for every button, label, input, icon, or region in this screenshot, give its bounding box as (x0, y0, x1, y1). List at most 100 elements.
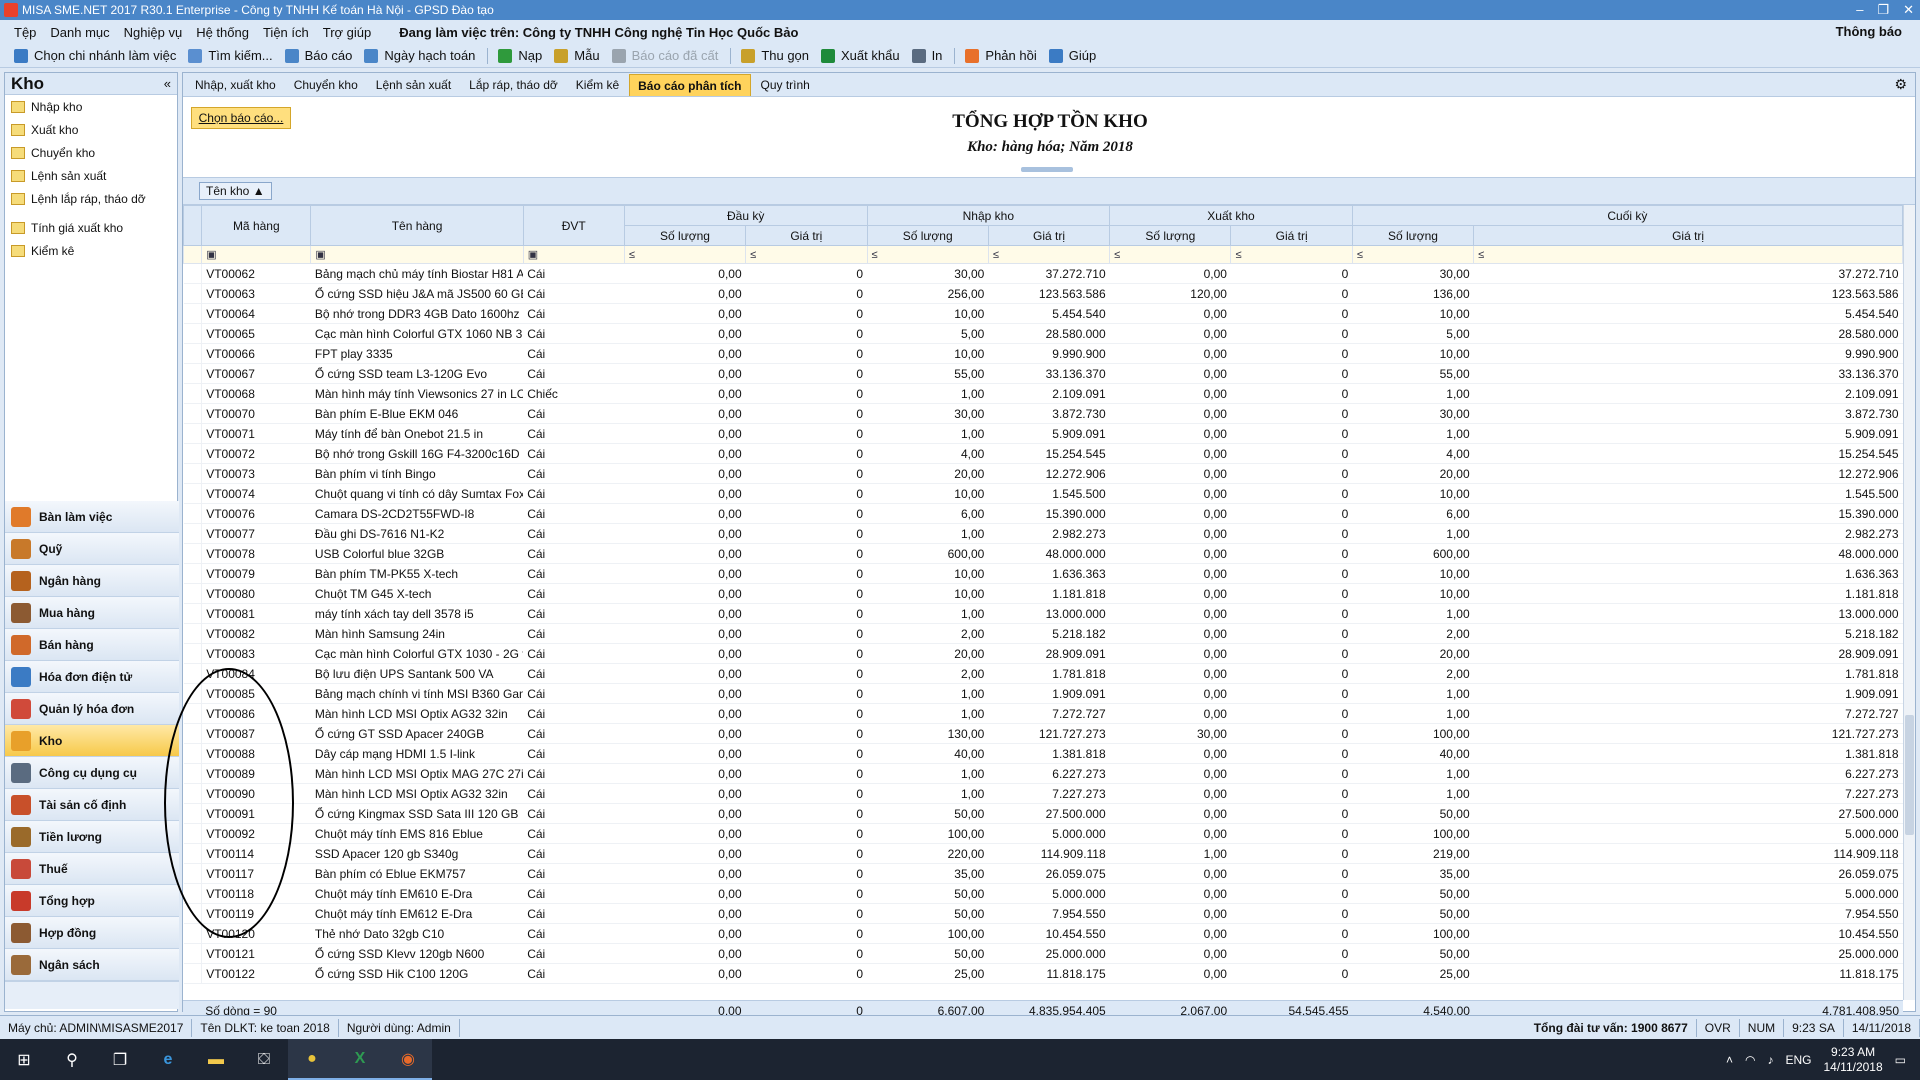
toolbar-phan-hoi-button[interactable]: Phản hồi (965, 48, 1037, 63)
col-header-name[interactable]: Tên hàng (310, 205, 524, 246)
toolbar-ngay-hach-toan-button[interactable]: Ngày hạch toán (364, 48, 475, 63)
table-row[interactable]: VT00087 Ổ cứng GT SSD Apacer 240GB Cái 0,00… (183, 723, 1903, 744)
table-row[interactable]: VT00118 Chuột máy tính EM610 E-Dra Cái 0,00… (183, 883, 1903, 904)
tray-up-arrow-icon[interactable]: ˄ (1726, 1053, 1733, 1067)
table-row[interactable]: VT00120 Thẻ nhớ Dato 32gb C10 Cái 0,00 0 100,… (183, 923, 1903, 944)
notification-button[interactable]: Thông báo (1836, 24, 1902, 39)
misa-taskbar-icon[interactable]: ◉ (384, 1039, 432, 1080)
sidebar-item-lenh-lap-rap-thao-do[interactable]: Lệnh lắp ráp, tháo dỡ (5, 187, 177, 210)
table-row[interactable]: VT00119 Chuột máy tính EM612 E-Dra Cái 0,00… (183, 903, 1903, 924)
table-row[interactable]: VT00062 Bảng mạch chủ máy tính Biostar H8… (183, 263, 1903, 284)
col-header-in-value[interactable]: Giá trị (987, 225, 1111, 246)
table-row[interactable]: VT00080 Chuột TM G45 X-tech Cái 0,00 0 10,00 1… (183, 583, 1903, 604)
store-icon[interactable]: ⛋ (240, 1039, 288, 1080)
col-header-out-value[interactable]: Giá trị (1230, 225, 1353, 246)
sidebar-item-nhap-kho[interactable]: Nhập kho (5, 95, 177, 118)
action-center-icon[interactable]: ▭ (1895, 1053, 1906, 1067)
table-row[interactable]: VT00085 Bảng mạch chính vi tính MSI B360 … (183, 683, 1903, 704)
row-selector[interactable] (183, 803, 203, 824)
table-row[interactable]: VT00076 Camara DS-2CD2T55FWD-I8 Cái 0,00 0 6,… (183, 503, 1903, 524)
file-explorer-icon[interactable]: ▬ (192, 1039, 240, 1080)
col-header-out-qty[interactable]: Số lượng (1109, 225, 1232, 246)
menu-help[interactable]: Trợ giúp (323, 25, 372, 40)
menu-operations[interactable]: Nghiệp vụ (124, 25, 183, 40)
filter-cell[interactable]: ≤ (1473, 245, 1903, 264)
table-row[interactable]: VT00079 Bàn phím TM-PK55 X-tech Cái 0,00 0 10… (183, 563, 1903, 584)
tab-nhap-xuat-kho[interactable]: Nhập, xuất kho (187, 74, 284, 96)
table-row[interactable]: VT00082 Màn hình Samsung 24in Cái 0,00 0 2,00… (183, 623, 1903, 644)
table-row[interactable]: VT00089 Màn hình LCD MSI Optix MAG 27C 27… (183, 763, 1903, 784)
table-row[interactable]: VT00114 SSD Apacer 120 gb S340g Cái 0,00 0 22… (183, 843, 1903, 864)
module-tai-san-co-dinh[interactable]: Tài sản cố định (5, 789, 179, 821)
table-row[interactable]: VT00092 Chuột máy tính EMS 816 Eblue Cái 0,… (183, 823, 1903, 844)
col-header-unit[interactable]: ĐVT (522, 205, 625, 246)
minimize-button[interactable]: – (1856, 0, 1863, 20)
module-hoa-don-dien-tu[interactable]: Hóa đơn điện tử (5, 661, 179, 693)
col-header-code[interactable]: Mã hàng (201, 205, 312, 246)
row-selector[interactable] (183, 843, 203, 864)
table-row[interactable]: VT00090 Màn hình LCD MSI Optix AG32 32in C… (183, 783, 1903, 804)
row-selector[interactable] (183, 403, 203, 424)
edge-icon[interactable]: e (144, 1039, 192, 1080)
col-header-in-qty[interactable]: Số lượng (866, 225, 989, 246)
toolbar-xuat-khau-button[interactable]: Xuất khẩu (821, 48, 900, 63)
row-selector[interactable] (183, 823, 203, 844)
table-row[interactable]: VT00070 Bàn phím E-Blue EKM 046 Cái 0,00 0 30… (183, 403, 1903, 424)
row-selector[interactable] (183, 503, 203, 524)
table-row[interactable]: VT00084 Bộ lưu điện UPS Santank 500 VA Cái… (183, 663, 1903, 684)
tab-kiem-ke[interactable]: Kiểm kê (568, 74, 627, 96)
sidebar-item-chuyen-kho[interactable]: Chuyển kho (5, 141, 177, 164)
toolbar-bao-cao-da-cat-button[interactable]: Báo cáo đã cất (611, 48, 718, 63)
tab-quy-trinh[interactable]: Quy trình (753, 74, 818, 96)
table-row[interactable]: VT00063 Ổ cứng SSD hiệu J&A mã JS500 60 G… (183, 283, 1903, 304)
table-row[interactable]: VT00065 Cạc màn hình Colorful GTX 1060 NB… (183, 323, 1903, 344)
sidebar-item-kiem-ke[interactable]: Kiểm kê (5, 239, 177, 262)
table-row[interactable]: VT00072 Bộ nhớ trong Gskill 16G F4-3200c1… (183, 443, 1903, 464)
col-header-closing-qty[interactable]: Số lượng (1351, 225, 1475, 246)
maximize-button[interactable]: ❐ (1877, 0, 1889, 20)
row-selector[interactable] (183, 483, 203, 504)
row-selector[interactable] (183, 783, 203, 804)
table-row[interactable]: VT00078 USB Colorful blue 32GB Cái 0,00 0 60… (183, 543, 1903, 564)
menu-catalog[interactable]: Danh mục (50, 25, 109, 40)
sidebar-item-tinh-gia-xuat-kho[interactable]: Tính giá xuất kho (5, 216, 177, 239)
filter-cell[interactable]: ▣ (201, 245, 312, 264)
table-row[interactable]: VT00122 Ổ cứng SSD Hik C100 120G Cái 0,00 0 2… (183, 963, 1903, 984)
row-selector[interactable] (183, 703, 203, 724)
toolbar-chon-chi-nhanh-lam-viec-button[interactable]: Chọn chi nhánh làm việc (14, 48, 176, 63)
table-row[interactable]: VT00121 Ổ cứng SSD Klevv 120gb N600 Cái 0,0… (183, 943, 1903, 964)
group-chip-warehouse[interactable]: Tên kho ▲ (199, 182, 272, 200)
toolbar-in-button[interactable]: In (911, 48, 942, 63)
row-selector[interactable] (183, 583, 203, 604)
module-ngan-hang[interactable]: Ngân hàng (5, 565, 179, 597)
row-selector[interactable] (183, 603, 203, 624)
table-row[interactable]: VT00086 Màn hình LCD MSI Optix AG32 32in C… (183, 703, 1903, 724)
filter-cell[interactable]: ≤ (623, 245, 747, 264)
table-row[interactable]: VT00064 Bộ nhớ trong DDR3 4GB Dato 1600hz… (183, 303, 1903, 324)
module-ngan-sach[interactable]: Ngân sách (5, 949, 179, 981)
module-hop-dong[interactable]: Hợp đồng (5, 917, 179, 949)
taskbar-clock[interactable]: 9:23 AM 14/11/2018 (1823, 1045, 1882, 1075)
filter-cell[interactable]: ≤ (1351, 245, 1475, 264)
gear-icon[interactable]: ⚙ (1894, 76, 1907, 93)
row-selector[interactable] (183, 943, 203, 964)
table-row[interactable]: VT00073 Bàn phím vi tính Bingo Cái 0,00 0 20,… (183, 463, 1903, 484)
toolbar-nap-button[interactable]: Nạp (498, 48, 542, 63)
table-row[interactable]: VT00066 FPT play 3335 Cái 0,00 0 10,00 9.990.9… (183, 343, 1903, 364)
col-header-opening-value[interactable]: Giá trị (745, 225, 868, 246)
tab-chuyen-kho[interactable]: Chuyển kho (286, 74, 366, 96)
menu-system[interactable]: Hệ thống (196, 25, 249, 40)
vertical-scrollbar[interactable] (1903, 205, 1915, 1000)
module-quan-ly-hoa-don[interactable]: Quản lý hóa đơn (5, 693, 179, 725)
row-selector[interactable] (183, 763, 203, 784)
filter-cell[interactable] (183, 245, 203, 264)
row-selector[interactable] (183, 343, 203, 364)
row-selector[interactable] (183, 863, 203, 884)
input-language[interactable]: ENG (1785, 1053, 1811, 1067)
module-ban-lam-viec[interactable]: Bàn làm việc (5, 501, 179, 533)
table-row[interactable]: VT00091 Ổ cứng Kingmax SSD Sata III 120 G… (183, 803, 1903, 824)
table-row[interactable]: VT00088 Dây cáp mạng HDMI 1.5 I-link Cái 0,… (183, 743, 1903, 764)
chrome-icon[interactable]: ● (288, 1039, 336, 1080)
row-selector[interactable] (183, 923, 203, 944)
filter-cell[interactable]: ≤ (866, 245, 989, 264)
